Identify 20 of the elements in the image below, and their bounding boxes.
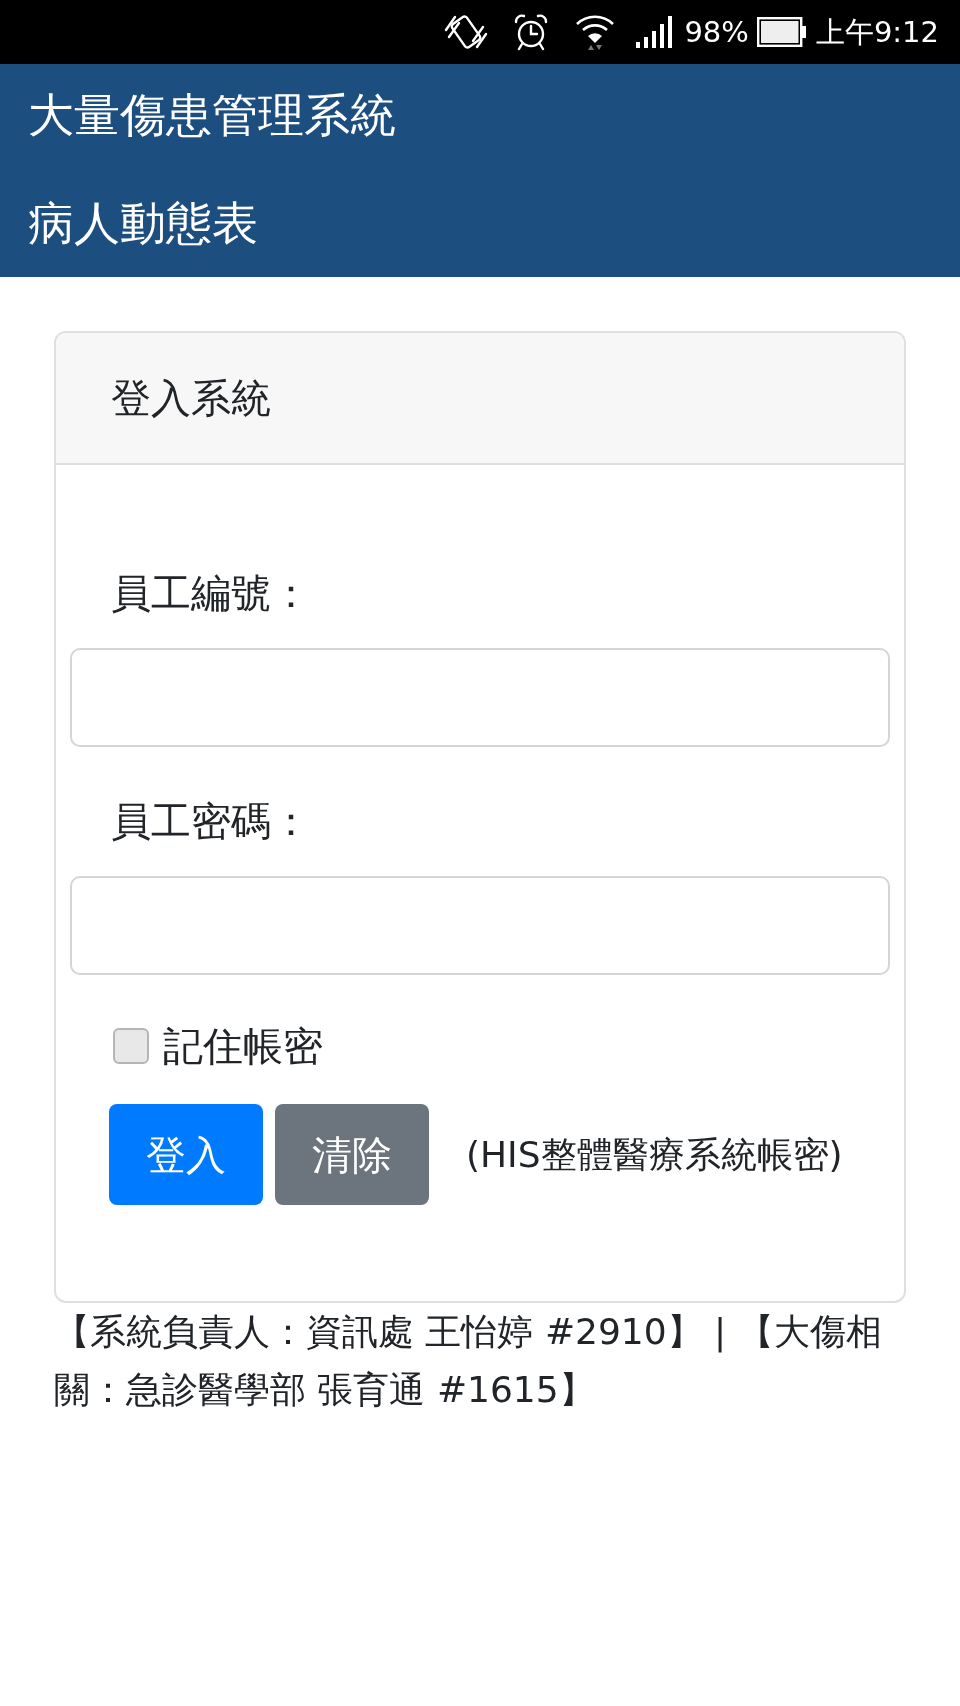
checkbox-label: 記住帳密: [163, 1022, 323, 1070]
battery-percent: 98%: [684, 14, 749, 50]
input-field[interactable]: [70, 648, 890, 747]
card-title: 登入系統: [111, 374, 271, 422]
form-button[interactable]: 清除: [275, 1104, 429, 1205]
field-label: 員工編號：: [110, 569, 312, 617]
battery-icon: [756, 17, 807, 47]
page-title: 病人動態表: [28, 195, 259, 251]
signal-icon: [636, 16, 675, 48]
wifi-icon: [575, 13, 616, 51]
checkbox[interactable]: [113, 1028, 149, 1064]
account-note: (HIS整體醫療系統帳密): [466, 1132, 843, 1177]
contact-info: 【系統負責人：資訊處 王怡婷 #2910】 | 【大傷相關：急診醫學部 張育通 #1615】: [54, 1310, 883, 1412]
clock-time: 上午9:12: [815, 14, 939, 50]
field-label: 員工密碼：: [110, 797, 312, 845]
input-field[interactable]: [70, 876, 890, 975]
form-button[interactable]: 登入: [109, 1104, 263, 1205]
app-title: 大量傷患管理系統: [28, 87, 397, 143]
vibrate-icon: [444, 13, 489, 51]
alarm-clock-icon: [514, 13, 549, 51]
